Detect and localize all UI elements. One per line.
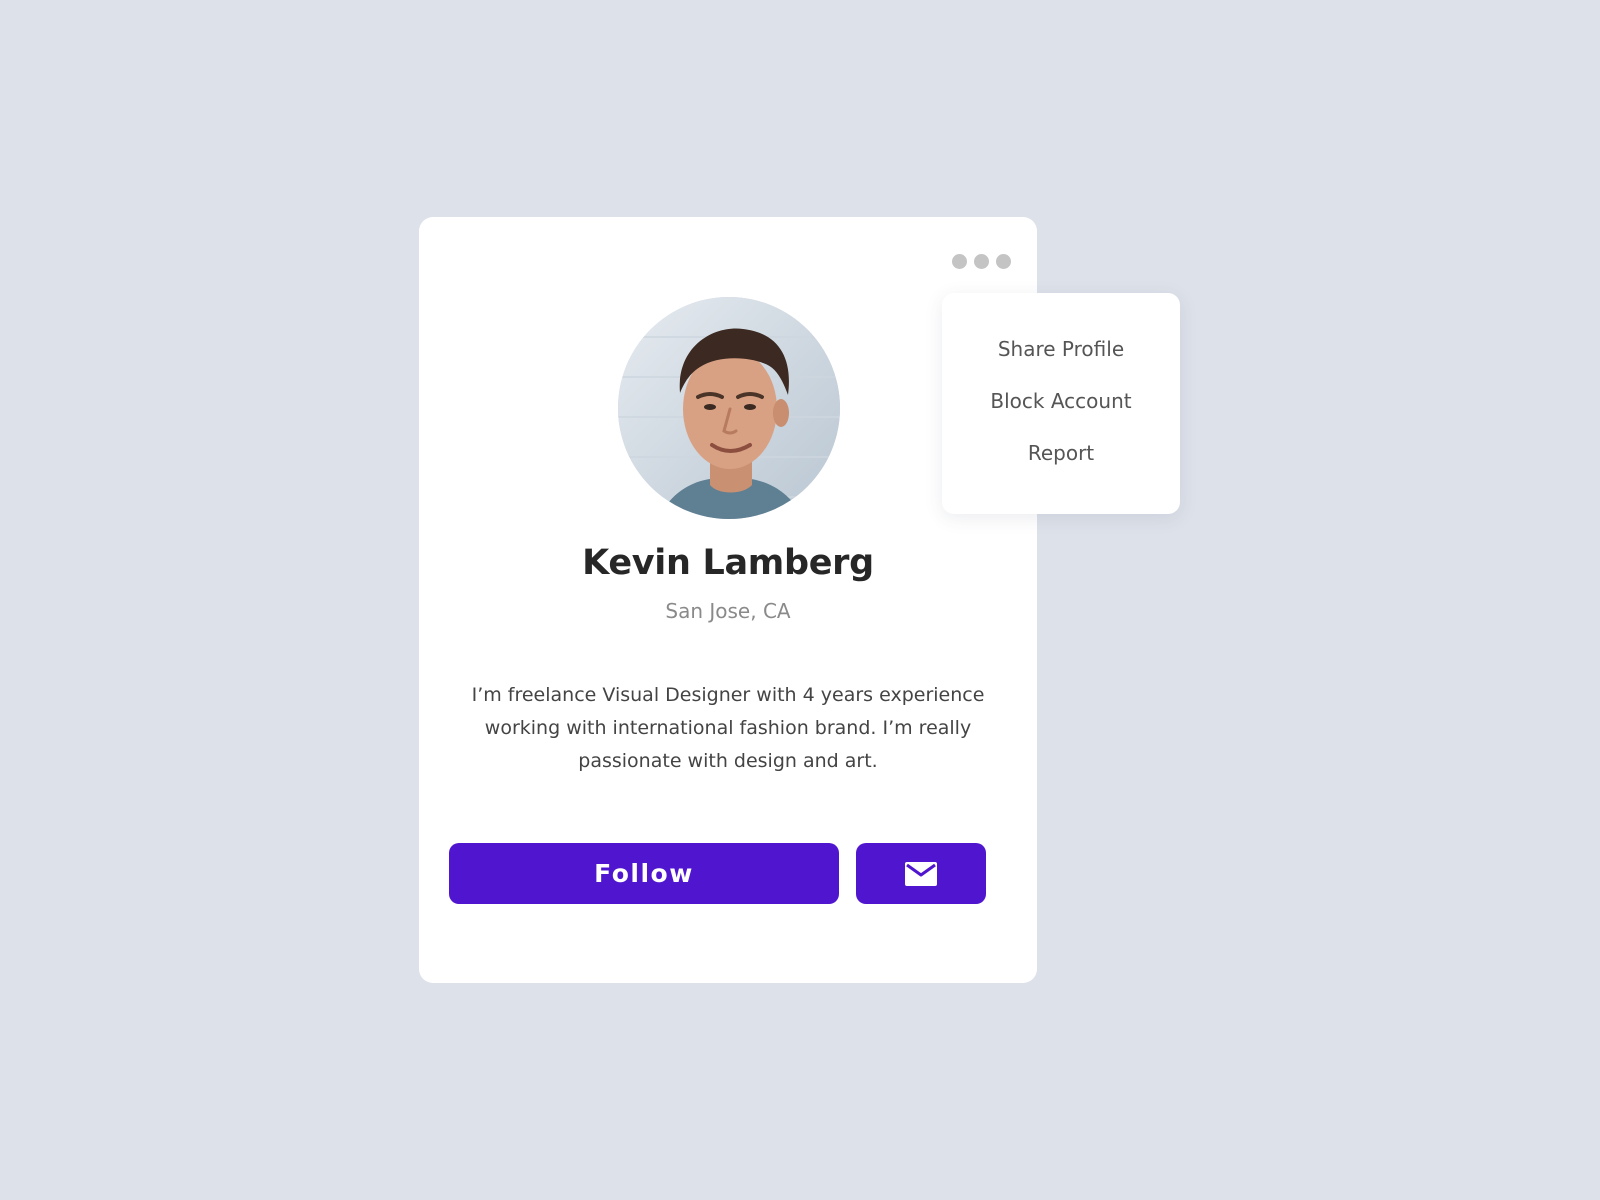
- more-dot-icon: [951, 253, 967, 269]
- mail-icon: [905, 861, 937, 886]
- more-options-button[interactable]: [947, 249, 1015, 273]
- menu-item-report[interactable]: Report: [942, 441, 1180, 465]
- profile-bio: I’m freelance Visual Designer with 4 yea…: [471, 684, 985, 772]
- avatar: [618, 297, 840, 519]
- options-menu: Share Profile Block Account Report: [942, 293, 1180, 514]
- menu-item-block-account[interactable]: Block Account: [942, 389, 1180, 413]
- more-dot-icon: [995, 253, 1011, 269]
- message-button[interactable]: [856, 843, 986, 904]
- menu-item-share-profile[interactable]: Share Profile: [942, 337, 1180, 361]
- follow-button[interactable]: Follow: [449, 843, 839, 904]
- avatar-photo-icon: [618, 297, 840, 519]
- more-dot-icon: [973, 253, 989, 269]
- page: Kevin Lamberg San Jose, CA I’m freelance…: [0, 0, 1600, 1200]
- profile-name: Kevin Lamberg: [582, 543, 874, 583]
- profile-location: San Jose, CA: [665, 599, 791, 623]
